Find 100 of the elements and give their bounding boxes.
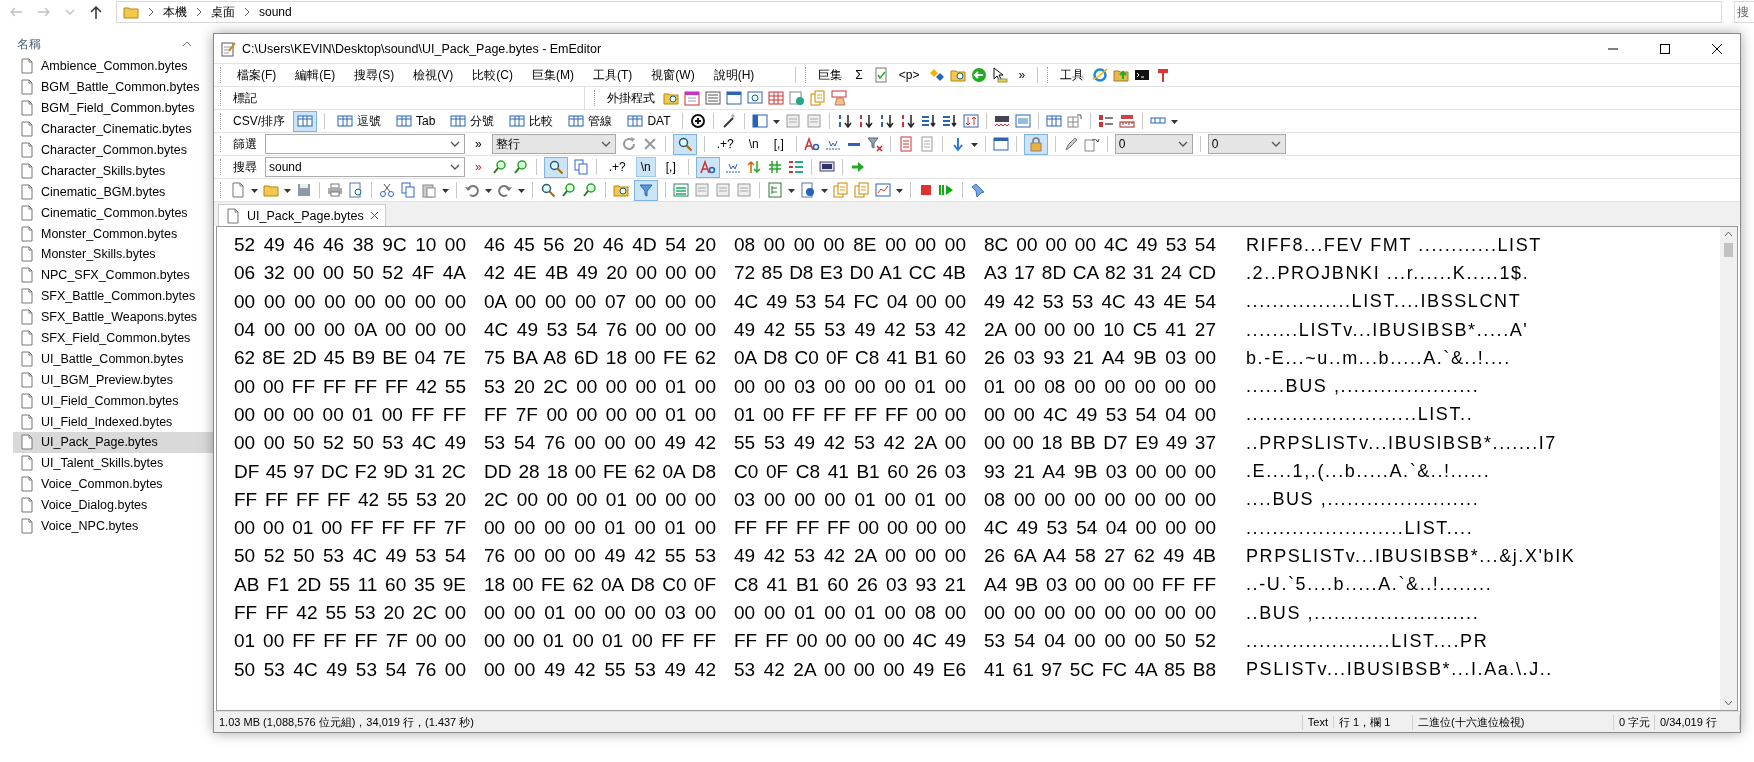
color-list-icon[interactable] (787, 159, 804, 175)
up-icon[interactable] (88, 4, 104, 20)
paste-icon[interactable] (421, 182, 437, 198)
table-icon[interactable] (768, 90, 784, 106)
regex-button[interactable]: .+? (711, 134, 739, 154)
menu-item[interactable]: 巨集(M) (525, 66, 581, 84)
copy-icon[interactable] (572, 159, 589, 175)
sort-lines-icon[interactable] (942, 113, 959, 129)
table-icon[interactable] (509, 113, 526, 129)
csv-format-button[interactable]: Tab (391, 111, 441, 131)
document-arrow-icon[interactable] (1083, 136, 1100, 152)
after-lines-combo[interactable]: 0 (1207, 134, 1286, 154)
scrollbar-thumb[interactable] (1724, 243, 1733, 257)
file-row[interactable]: SFX_Battle_Common.bytes (13, 285, 213, 307)
stop-icon[interactable] (918, 182, 934, 198)
find-previous-icon[interactable] (512, 159, 529, 175)
folder-search-icon[interactable] (663, 90, 679, 106)
menu-item[interactable]: 比較(C) (465, 66, 520, 84)
cursor-icon[interactable] (992, 67, 1009, 83)
file-row[interactable]: UI_Field_Common.bytes (13, 390, 213, 412)
list-button[interactable]: [,] (660, 157, 681, 177)
csv-format-button[interactable]: 管線 (563, 111, 618, 131)
find-next-icon[interactable] (491, 159, 508, 175)
file-row[interactable]: Character_Cinematic.bytes (13, 118, 213, 140)
menu-item[interactable]: 檔案(F) (230, 66, 284, 84)
find-previous-icon[interactable] (582, 182, 598, 198)
csv-format-button[interactable]: DAT (622, 111, 676, 131)
pen-icon[interactable] (1062, 136, 1079, 152)
search-icon[interactable] (540, 182, 556, 198)
list-icon[interactable] (705, 90, 721, 106)
search-field[interactable]: 搜 (1734, 1, 1754, 23)
vertical-scrollbar[interactable] (1720, 227, 1737, 710)
copy-icon[interactable] (400, 182, 416, 198)
table-icon[interactable] (1046, 113, 1063, 129)
chart-icon[interactable] (875, 182, 891, 198)
new-document-icon[interactable] (230, 182, 246, 198)
status-position[interactable]: 行 1，欄 1 (1334, 714, 1413, 730)
document-tab[interactable]: UI_Pack_Page.bytes (218, 204, 386, 226)
find-next-icon[interactable] (561, 182, 577, 198)
clear-filter-icon[interactable] (866, 136, 883, 152)
file-row[interactable]: UI_Field_Indexed.bytes (13, 411, 213, 433)
maximize-icon[interactable] (1660, 43, 1670, 54)
more-button[interactable]: » (470, 134, 487, 154)
window-icon[interactable] (992, 136, 1009, 152)
sort-icon[interactable] (900, 113, 917, 129)
checked-document-icon[interactable] (872, 67, 889, 83)
file-row[interactable]: UI_Pack_Page.bytes (13, 432, 213, 453)
scope-combo[interactable]: 整行 (491, 134, 616, 154)
up-down-arrows-icon[interactable] (745, 159, 762, 175)
globe-document-icon[interactable] (789, 90, 805, 106)
file-row[interactable]: Voice_NPC.bytes (13, 515, 213, 537)
sum-button[interactable]: Σ (850, 65, 868, 85)
csv-format-button[interactable]: 逗號 (332, 111, 386, 131)
redo-icon[interactable] (497, 182, 513, 198)
csv-format-button[interactable]: 比較 (504, 111, 559, 131)
menu-item[interactable]: 檢視(V) (406, 66, 461, 84)
table-icon[interactable] (568, 113, 585, 129)
csv-format-button[interactable]: 分號 (445, 111, 500, 131)
tree-document-icon[interactable] (767, 182, 783, 198)
file-row[interactable]: NPC_SFX_Common.bytes (13, 264, 213, 286)
sort-icon[interactable] (837, 113, 854, 129)
file-row[interactable]: Monster_Common.bytes (13, 223, 213, 244)
breadcrumb[interactable]: 桌面 (211, 3, 235, 21)
table-icon[interactable] (337, 113, 353, 129)
menu-item[interactable]: 搜尋(S) (347, 66, 402, 84)
menu-item[interactable]: 說明(H) (706, 66, 762, 84)
table-icon[interactable] (396, 113, 412, 129)
pin-icon[interactable] (970, 182, 986, 198)
search-window-icon[interactable] (747, 90, 763, 106)
undo-icon[interactable] (464, 182, 480, 198)
regex-button[interactable]: .+? (603, 157, 631, 177)
folder-search-icon[interactable] (950, 67, 967, 83)
before-lines-combo[interactable]: 0 (1114, 134, 1193, 154)
sort-icon[interactable] (858, 113, 875, 129)
file-row[interactable]: Monster_Skills.bytes (13, 244, 213, 265)
file-row[interactable]: BGM_Battle_Common.bytes (13, 76, 213, 98)
more-button[interactable]: » (470, 157, 487, 177)
table-icon[interactable] (450, 113, 467, 129)
globe-icon[interactable] (1092, 67, 1109, 83)
right-arrow-icon[interactable] (849, 159, 866, 175)
save-icon[interactable] (296, 182, 312, 198)
file-row[interactable]: UI_Talent_Skills.bytes (13, 452, 213, 474)
add-icon[interactable] (690, 113, 707, 129)
table-icon[interactable] (627, 113, 644, 129)
close-icon[interactable] (369, 211, 379, 220)
ruler-icon[interactable] (1119, 113, 1136, 129)
address-bar[interactable]: 本機 桌面 sound (116, 1, 1722, 23)
file-row[interactable]: Ambience_Common.bytes (13, 56, 213, 77)
file-row[interactable]: SFX_Field_Common.bytes (13, 327, 213, 349)
list-button[interactable]: [,] (768, 134, 789, 154)
numbered-list-icon[interactable] (1098, 113, 1115, 129)
breadcrumb[interactable]: sound (259, 5, 292, 19)
file-row[interactable]: Cinematic_Common.bytes (13, 202, 213, 224)
file-row[interactable]: UI_Battle_Common.bytes (13, 348, 213, 370)
escape-button[interactable]: \n (743, 134, 764, 154)
refresh-icon[interactable] (620, 136, 637, 152)
terminal-icon[interactable] (1134, 67, 1151, 83)
escape-button[interactable]: \n (635, 157, 656, 177)
menu-item[interactable]: 編輯(E) (288, 66, 343, 84)
match-case-icon[interactable] (803, 136, 820, 152)
